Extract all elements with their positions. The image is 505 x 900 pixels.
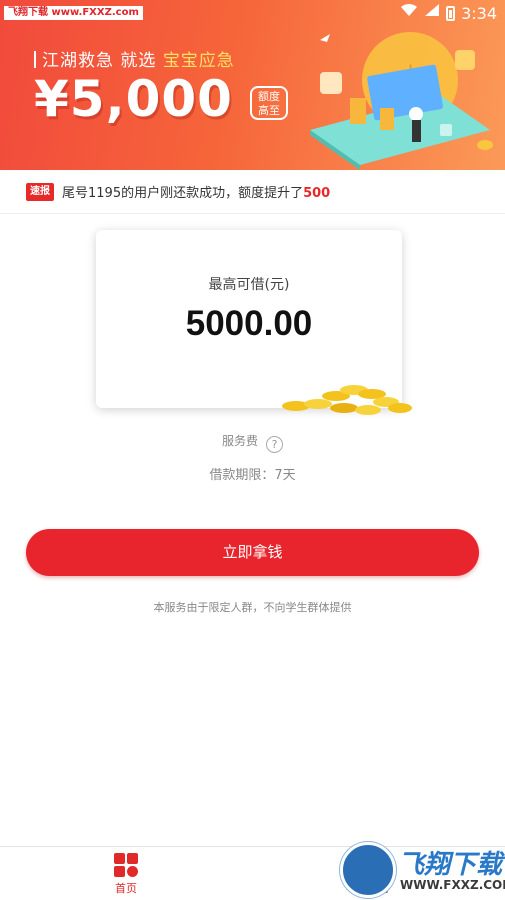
badge-line2: 高至: [258, 104, 280, 117]
watermark-logo-icon: [340, 842, 396, 898]
banner-illustration: $: [310, 32, 493, 170]
disclaimer-text: 本服务由于限定人群，不向学生群体提供: [153, 601, 352, 614]
nav-home[interactable]: 首页: [86, 853, 166, 896]
service-fee-row[interactable]: 服务费?: [0, 432, 505, 453]
ticker-message: 尾号1195的用户刚还款成功，额度提升了: [62, 186, 304, 201]
battery-icon: [446, 5, 456, 21]
amount-badge: 额度 高至: [250, 86, 288, 120]
help-icon[interactable]: ?: [266, 436, 283, 453]
max-borrow-label: 最高可借(元): [208, 277, 290, 293]
watermark-text: 飞翔下载 www.FXXZ.com: [4, 6, 143, 20]
news-ticker: 速报 尾号1195的用户刚还款成功，额度提升了500: [0, 170, 505, 214]
coins-decoration: [282, 385, 412, 415]
badge-line1: 额度: [258, 90, 280, 103]
promo-banner[interactable]: 飞翔下载 www.FXXZ.com 3:34 江湖救急 就选 宝宝应急 ¥5,0…: [0, 0, 505, 170]
max-borrow-amount: 5000.00: [185, 304, 313, 343]
banner-slogan: 江湖救急 就选 宝宝应急: [34, 46, 235, 71]
nav-home-label: 首页: [115, 882, 137, 895]
ticker-badge: 速报: [26, 182, 54, 201]
ticker-text: 尾号1195的用户刚还款成功，额度提升了500: [62, 182, 330, 201]
get-money-button[interactable]: 立即拿钱: [26, 529, 479, 576]
slogan-prefix: 江湖救急 就选: [42, 51, 157, 71]
service-fee-label: 服务费: [221, 434, 258, 448]
watermark-logo-url: WWW.FXXZ.COM: [400, 878, 505, 892]
slogan-highlight: 宝宝应急: [162, 51, 235, 71]
slogan-divider: [34, 51, 36, 68]
loan-term: 借款期限：7天: [209, 468, 296, 483]
ticker-amount: 500: [303, 186, 331, 201]
home-grid-icon: [114, 853, 138, 877]
watermark-logo-title: 飞翔下载: [398, 850, 503, 880]
banner-amount: ¥5,000: [34, 70, 233, 128]
watermark-logo: 飞翔下载 WWW.FXXZ.COM: [338, 838, 505, 900]
